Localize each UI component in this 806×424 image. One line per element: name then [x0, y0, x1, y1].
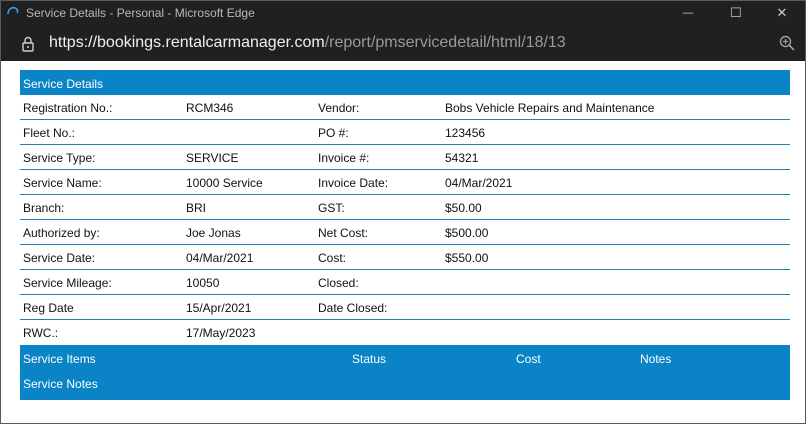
edge-app-icon — [7, 6, 19, 15]
table-row: Authorized by: Joe Jonas Net Cost: $500.… — [20, 220, 790, 245]
cost-column-header: Cost — [516, 352, 541, 366]
field-value: Joe Jonas — [186, 226, 241, 240]
minimize-icon: — — [682, 7, 694, 19]
field-value: $550.00 — [445, 251, 489, 265]
field-value: 54321 — [445, 151, 479, 165]
field-value: 15/Apr/2021 — [186, 301, 252, 315]
table-row: Reg Date 15/Apr/2021 Date Closed: — [20, 295, 790, 320]
field-label: Date Closed: — [318, 301, 388, 315]
notes-column-header: Notes — [640, 352, 672, 366]
field-value: 10000 Service — [186, 176, 263, 190]
service-items-title: Service Items — [23, 352, 96, 366]
field-value: 17/May/2023 — [186, 326, 256, 340]
field-value: 10050 — [186, 276, 220, 290]
minimize-button[interactable]: — — [665, 1, 711, 25]
close-icon: ✕ — [776, 5, 788, 20]
service-notes-header: Service Notes — [20, 370, 790, 400]
maximize-icon: ☐ — [730, 5, 742, 20]
field-label: Fleet No.: — [23, 126, 76, 140]
browser-window: Service Details - Personal - Microsoft E… — [0, 0, 806, 424]
table-row: Registration No.: RCM346 Vendor: Bobs Ve… — [20, 95, 790, 120]
field-label: Vendor: — [318, 101, 360, 115]
field-label: RWC.: — [23, 326, 59, 340]
lock-icon — [22, 36, 34, 52]
close-button[interactable]: ✕ — [759, 1, 805, 25]
table-row: Service Date: 04/Mar/2021 Cost: $550.00 — [20, 245, 790, 270]
table-row: RWC.: 17/May/2023 — [20, 320, 790, 345]
field-value: RCM346 — [186, 101, 234, 115]
window-title: Service Details - Personal - Microsoft E… — [26, 6, 255, 20]
table-row: Service Mileage: 10050 Closed: — [20, 270, 790, 295]
field-label: Invoice Date: — [318, 176, 389, 190]
service-notes-title: Service Notes — [23, 377, 98, 391]
table-row: Fleet No.: PO #: 123456 — [20, 120, 790, 145]
service-details-header: Service Details — [20, 70, 790, 95]
maximize-button[interactable]: ☐ — [713, 1, 759, 25]
field-label: Registration No.: — [23, 101, 113, 115]
field-label: Reg Date — [23, 301, 74, 315]
field-label: Service Name: — [23, 176, 102, 190]
service-items-header: Service Items Status Cost Notes — [20, 345, 790, 370]
field-label: Cost: — [318, 251, 347, 265]
field-label: GST: — [318, 201, 345, 215]
title-bar: Service Details - Personal - Microsoft E… — [1, 1, 805, 25]
table-row: Service Name: 10000 Service Invoice Date… — [20, 170, 790, 195]
address-bar[interactable]: https://bookings.rentalcarmanager.com/re… — [1, 25, 805, 61]
field-label: Net Cost: — [318, 226, 369, 240]
zoom-icon[interactable] — [779, 35, 795, 51]
status-column-header: Status — [352, 352, 387, 366]
field-label: Closed: — [318, 276, 359, 290]
field-label: Service Type: — [23, 151, 96, 165]
field-value: 04/Mar/2021 — [445, 176, 513, 190]
field-value: SERVICE — [186, 151, 239, 165]
url-host: https://bookings.rentalcarmanager.com — [49, 34, 325, 51]
url-text[interactable]: https://bookings.rentalcarmanager.com/re… — [49, 34, 566, 52]
service-details-title: Service Details — [23, 77, 104, 91]
field-value: Bobs Vehicle Repairs and Maintenance — [445, 101, 655, 115]
url-path: /report/pmservicedetail/html/18/13 — [324, 34, 566, 51]
field-label: Authorized by: — [23, 226, 100, 240]
field-label: Branch: — [23, 201, 65, 215]
field-value: $500.00 — [445, 226, 489, 240]
field-label: Service Date: — [23, 251, 96, 265]
table-row: Service Type: SERVICE Invoice #: 54321 — [20, 145, 790, 170]
field-label: Service Mileage: — [23, 276, 112, 290]
field-value: 123456 — [445, 126, 486, 140]
field-value: $50.00 — [445, 201, 482, 215]
field-label: PO #: — [318, 126, 349, 140]
field-value: 04/Mar/2021 — [186, 251, 254, 265]
field-value: BRI — [186, 201, 207, 215]
table-row: Branch: BRI GST: $50.00 — [20, 195, 790, 220]
field-label: Invoice #: — [318, 151, 370, 165]
page-content: Service Details Registration No.: RCM346… — [1, 61, 805, 423]
